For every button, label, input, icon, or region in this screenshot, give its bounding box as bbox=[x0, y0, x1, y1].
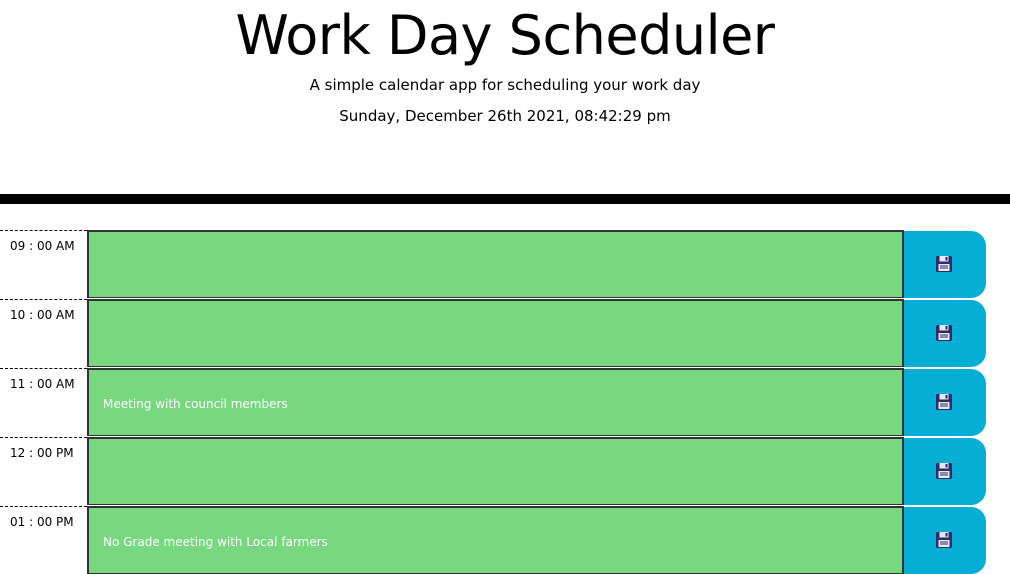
description-text: Meeting with council members bbox=[103, 397, 288, 411]
header-divider bbox=[0, 194, 1010, 204]
hour-label: 12 : 00 PM bbox=[0, 437, 87, 505]
save-button[interactable] bbox=[904, 438, 986, 505]
save-button[interactable] bbox=[904, 300, 986, 367]
floppy-disk-icon bbox=[936, 463, 952, 479]
description-textarea[interactable] bbox=[87, 230, 904, 298]
save-button[interactable] bbox=[904, 507, 986, 574]
time-block-1pm: 01 : 00 PM No Grade meeting with Local f… bbox=[0, 506, 986, 574]
floppy-disk-icon bbox=[936, 394, 952, 410]
description-textarea[interactable]: No Grade meeting with Local farmers bbox=[87, 506, 904, 574]
description-textarea[interactable] bbox=[87, 299, 904, 367]
floppy-disk-icon bbox=[936, 532, 952, 548]
floppy-disk-icon bbox=[936, 325, 952, 341]
description-textarea[interactable]: Meeting with council members bbox=[87, 368, 904, 436]
hour-label: 11 : 00 AM bbox=[0, 368, 87, 436]
app-title: Work Day Scheduler bbox=[235, 4, 775, 67]
current-date-time: Sunday, December 26th 2021, 08:42:29 pm bbox=[339, 107, 671, 125]
hour-label: 10 : 00 AM bbox=[0, 299, 87, 367]
header: Work Day Scheduler A simple calendar app… bbox=[0, 0, 1010, 194]
save-button[interactable] bbox=[904, 369, 986, 436]
app-subtitle: A simple calendar app for scheduling you… bbox=[309, 76, 701, 94]
time-block-10am: 10 : 00 AM bbox=[0, 299, 986, 367]
save-button[interactable] bbox=[904, 231, 986, 298]
description-textarea[interactable] bbox=[87, 437, 904, 505]
description-text: No Grade meeting with Local farmers bbox=[103, 535, 328, 549]
hour-label: 09 : 00 AM bbox=[0, 230, 87, 298]
time-block-9am: 09 : 00 AM bbox=[0, 230, 986, 298]
time-block-11am: 11 : 00 AM Meeting with council members bbox=[0, 368, 986, 436]
time-block-12pm: 12 : 00 PM bbox=[0, 437, 986, 505]
floppy-disk-icon bbox=[936, 256, 952, 272]
hour-label: 01 : 00 PM bbox=[0, 506, 87, 574]
